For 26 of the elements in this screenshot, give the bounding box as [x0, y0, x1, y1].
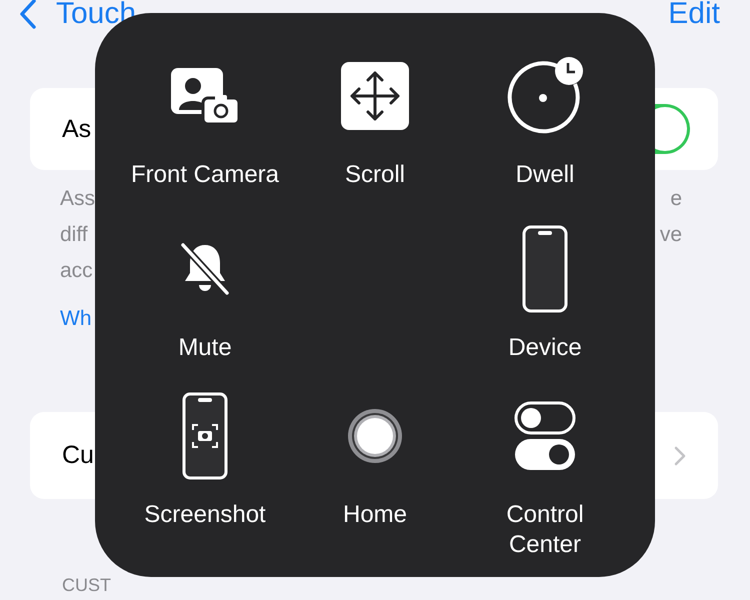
menu-item[interactable]: Control Center	[450, 390, 640, 570]
toggles-icon	[514, 401, 576, 471]
home-button-icon	[346, 407, 404, 465]
section-header: CUST	[62, 576, 111, 594]
phone-icon	[522, 225, 568, 313]
dwell-timer-icon	[505, 56, 585, 136]
menu-item[interactable]: Screenshot	[110, 390, 300, 570]
menu-item[interactable]: Device	[450, 223, 640, 390]
edit-link[interactable]: Edit	[668, 0, 720, 30]
footer-text: acc	[60, 258, 94, 284]
menu-item[interactable]: Dwell	[450, 50, 640, 223]
menu-item[interactable]: Scroll	[300, 50, 450, 223]
footer-text: ve	[660, 222, 682, 248]
footer-text: diff	[60, 222, 89, 248]
row-label: As	[62, 114, 92, 144]
footer-text: Ass	[60, 186, 96, 212]
menu-item[interactable]: Front Camera	[110, 50, 300, 223]
row-label: Cu	[62, 441, 94, 470]
back-chevron-icon[interactable]	[18, 0, 38, 30]
chevron-icon	[674, 446, 686, 466]
arrows-icon	[340, 61, 410, 131]
menu-item[interactable]: Home	[300, 390, 450, 570]
menu-item[interactable]: Mute	[110, 223, 300, 390]
footer-text: e	[670, 186, 682, 212]
phone-screenshot-icon	[182, 392, 228, 480]
learn-more-link[interactable]: Wh	[60, 304, 96, 334]
